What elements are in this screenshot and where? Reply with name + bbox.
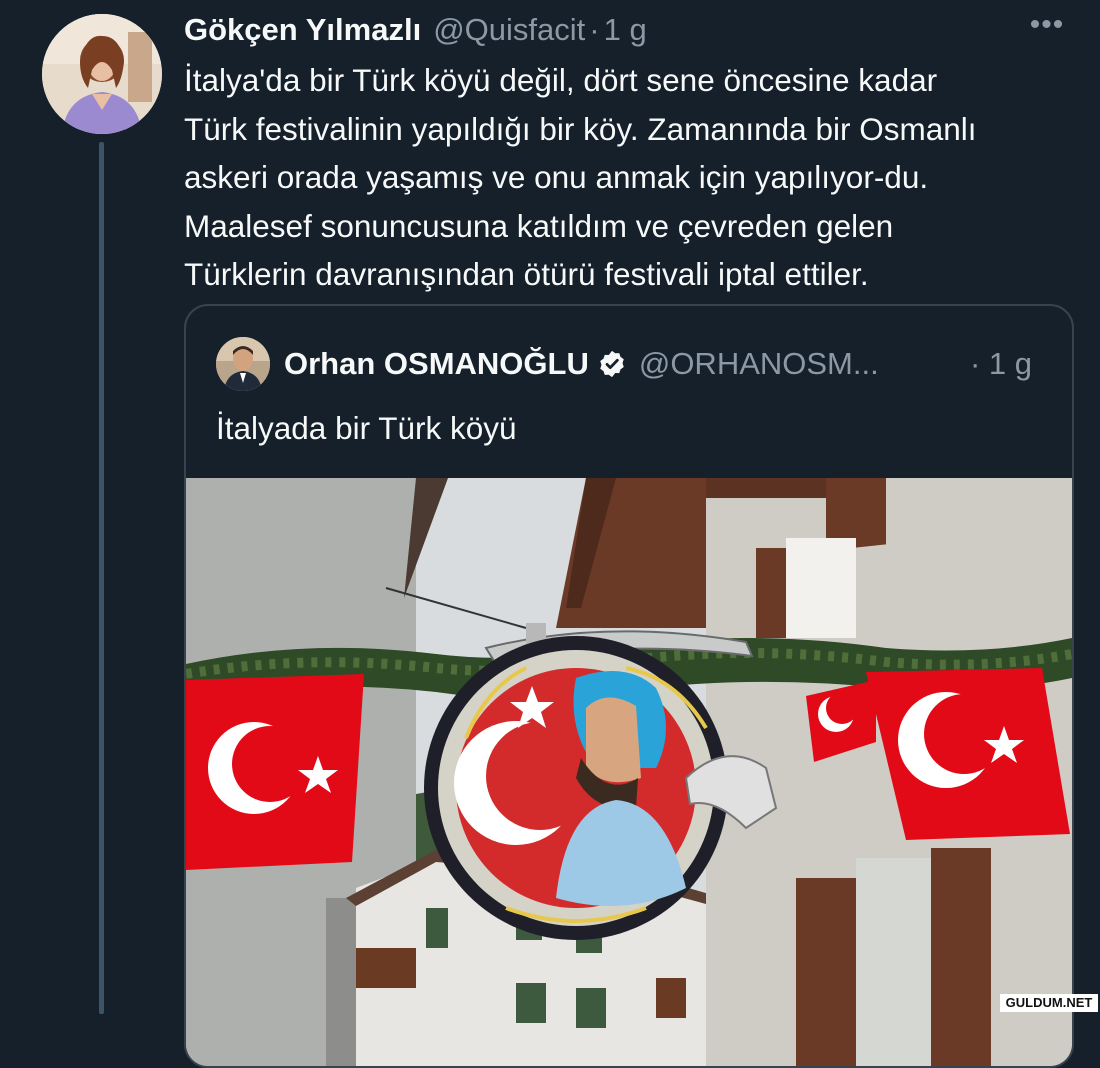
site-watermark: GULDUM.NET — [1000, 994, 1098, 1012]
tweet-text-line: Maalesef sonuncusuna katıldım ve çevrede… — [184, 207, 894, 244]
quoted-author-handle[interactable]: @ORHANOSM... — [639, 346, 904, 382]
quoted-tweet-timestamp[interactable]: · 1 g — [970, 346, 1032, 382]
quoted-tweet-card[interactable]: Orhan OSMANOĞLU @ORHANOSM... · 1 g İtaly… — [184, 304, 1074, 1068]
tweet-text-line: Türk festivalinin yapıldığı bir köy. Zam… — [184, 110, 977, 147]
quoted-author-avatar[interactable] — [216, 337, 270, 391]
quoted-tweet-header: Orhan OSMANOĞLU @ORHANOSM... — [216, 336, 904, 392]
tweet-timestamp[interactable]: 1 g — [604, 12, 647, 48]
quoted-author-name[interactable]: Orhan OSMANOĞLU — [284, 346, 589, 382]
author-handle[interactable]: @Quisfacit — [433, 12, 585, 48]
author-display-name[interactable]: Gökçen Yılmazlı — [184, 12, 421, 48]
tweet-text-line: İtalya'da bir Türk köyü değil, dört sene… — [184, 62, 938, 98]
thread-connector-line — [99, 142, 104, 1014]
author-avatar-image — [42, 14, 162, 134]
tweet-text-line: askeri orada yaşamış ve onu anmak için y… — [184, 159, 929, 196]
tweet-text-line: Türklerin davranışından ötürü festivali … — [184, 256, 869, 293]
tweet-header: Gökçen Yılmazlı @Quisfacit · 1 g — [184, 8, 647, 52]
village-street-photo — [186, 478, 1072, 1066]
quoted-tweet-text: İtalyada bir Türk köyü — [216, 410, 517, 446]
more-options-icon[interactable]: ••• — [1022, 10, 1072, 46]
quoted-tweet-photo[interactable] — [186, 478, 1072, 1066]
verified-badge-icon — [600, 350, 624, 378]
quoted-author-avatar-image — [216, 337, 270, 391]
author-avatar[interactable] — [42, 14, 162, 134]
tweet-text: İtalya'da bir Türk köyü değil, dört sene… — [184, 56, 1084, 299]
separator-dot: · — [589, 12, 600, 47]
